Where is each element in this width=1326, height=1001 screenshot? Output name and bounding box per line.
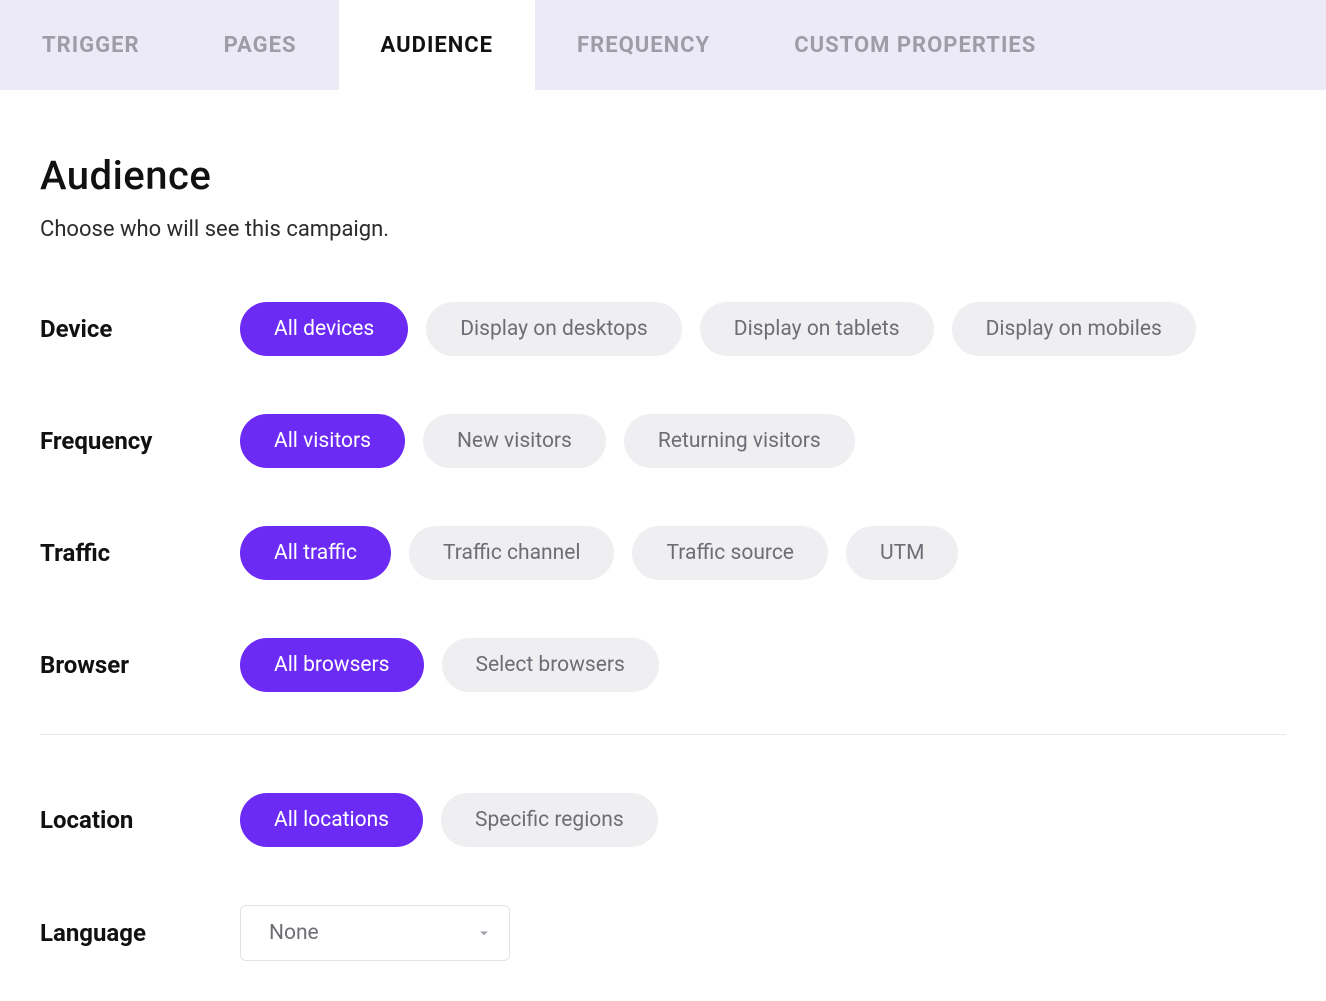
pill-traffic-channel[interactable]: Traffic channel [409, 526, 614, 580]
label-frequency: Frequency [40, 427, 240, 455]
tab-frequency[interactable]: FREQUENCY [535, 0, 752, 90]
page-subtitle: Choose who will see this campaign. [40, 217, 1286, 242]
tab-bar: TRIGGER PAGES AUDIENCE FREQUENCY CUSTOM … [0, 0, 1326, 90]
pill-display-desktops[interactable]: Display on desktops [426, 302, 682, 356]
pill-specific-regions[interactable]: Specific regions [441, 793, 658, 847]
page-title: Audience [40, 152, 1286, 199]
pill-all-locations[interactable]: All locations [240, 793, 423, 847]
row-language: Language None [40, 905, 1286, 961]
pill-utm[interactable]: UTM [846, 526, 958, 580]
pill-all-traffic[interactable]: All traffic [240, 526, 391, 580]
pill-all-devices[interactable]: All devices [240, 302, 408, 356]
tab-custom-properties[interactable]: CUSTOM PROPERTIES [752, 0, 1078, 90]
row-frequency: Frequency All visitors New visitors Retu… [40, 414, 1286, 468]
pill-all-browsers[interactable]: All browsers [240, 638, 424, 692]
pill-returning-visitors[interactable]: Returning visitors [624, 414, 855, 468]
label-device: Device [40, 315, 240, 343]
pills-browser: All browsers Select browsers [240, 638, 659, 692]
chevron-down-icon [475, 924, 493, 942]
label-location: Location [40, 806, 240, 834]
pill-select-browsers[interactable]: Select browsers [442, 638, 659, 692]
row-device: Device All devices Display on desktops D… [40, 302, 1286, 356]
pills-traffic: All traffic Traffic channel Traffic sour… [240, 526, 958, 580]
language-select-value: None [269, 921, 319, 945]
tab-audience[interactable]: AUDIENCE [339, 0, 536, 90]
content-panel: Audience Choose who will see this campai… [0, 90, 1326, 1001]
language-select[interactable]: None [240, 905, 510, 961]
label-language: Language [40, 919, 240, 947]
pill-all-visitors[interactable]: All visitors [240, 414, 405, 468]
label-traffic: Traffic [40, 539, 240, 567]
tab-trigger[interactable]: TRIGGER [0, 0, 182, 90]
pill-traffic-source[interactable]: Traffic source [632, 526, 827, 580]
pills-location: All locations Specific regions [240, 793, 658, 847]
pills-frequency: All visitors New visitors Returning visi… [240, 414, 855, 468]
tab-pages[interactable]: PAGES [182, 0, 339, 90]
section-divider [40, 734, 1286, 735]
label-browser: Browser [40, 651, 240, 679]
row-browser: Browser All browsers Select browsers [40, 638, 1286, 692]
pill-new-visitors[interactable]: New visitors [423, 414, 606, 468]
pills-device: All devices Display on desktops Display … [240, 302, 1196, 356]
row-location: Location All locations Specific regions [40, 793, 1286, 847]
pill-display-tablets[interactable]: Display on tablets [700, 302, 934, 356]
row-traffic: Traffic All traffic Traffic channel Traf… [40, 526, 1286, 580]
pill-display-mobiles[interactable]: Display on mobiles [952, 302, 1196, 356]
